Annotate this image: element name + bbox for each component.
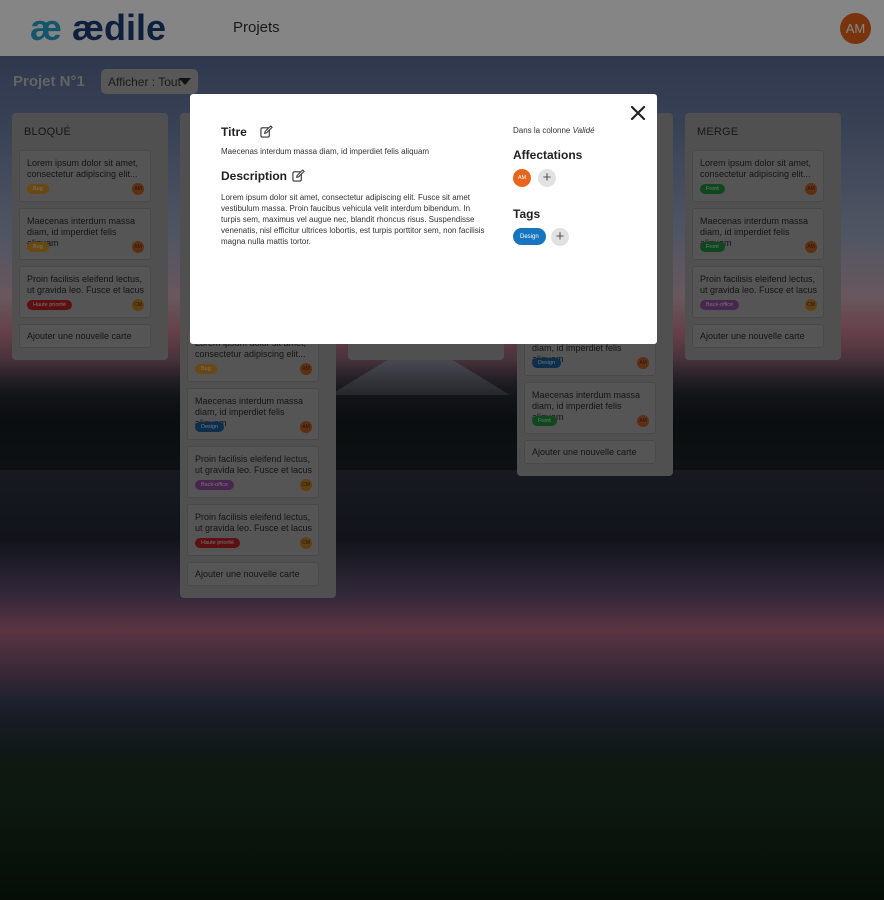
tag-design[interactable]: Design bbox=[513, 228, 546, 245]
title-heading: Titre bbox=[221, 125, 247, 139]
tags-heading: Tags bbox=[513, 207, 541, 221]
edit-description-icon[interactable] bbox=[292, 169, 305, 182]
column-info: Dans la colonne Validé bbox=[513, 125, 595, 136]
edit-title-icon[interactable] bbox=[260, 125, 273, 138]
add-assignee-icon[interactable]: + bbox=[538, 169, 556, 187]
close-icon[interactable] bbox=[630, 105, 646, 121]
add-tag-icon[interactable]: + bbox=[551, 228, 569, 246]
affectations-heading: Affectations bbox=[513, 148, 583, 162]
title-value: Maecenas interdum massa diam, id imperdi… bbox=[221, 147, 430, 156]
assignee-avatar[interactable]: AM bbox=[513, 169, 531, 187]
description-value: Lorem ipsum dolor sit amet, consectetur … bbox=[221, 193, 485, 246]
column-prefix: Dans la colonne bbox=[513, 126, 571, 135]
description-heading: Description bbox=[221, 169, 288, 183]
column-name: Validé bbox=[572, 126, 595, 135]
card-detail-modal: Titre Maecenas interdum massa diam, id i… bbox=[190, 94, 657, 344]
